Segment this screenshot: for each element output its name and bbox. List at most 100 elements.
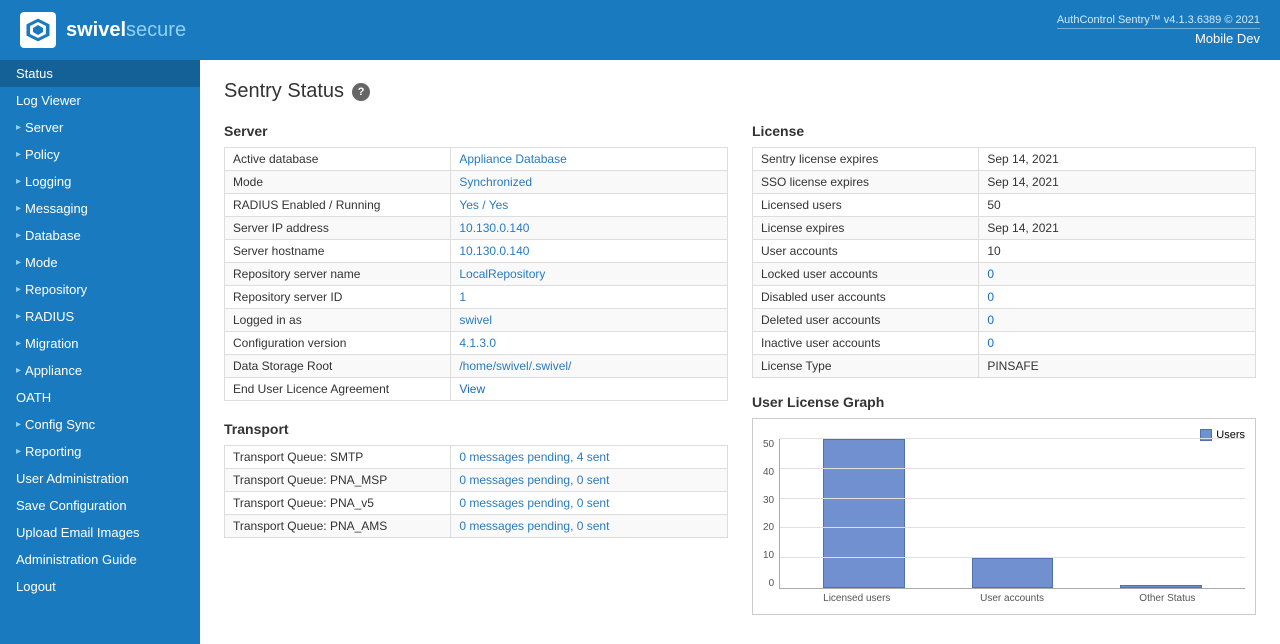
sidebar-item-radius[interactable]: ▸RADIUS [0,303,200,330]
row-value: swivel [451,309,728,332]
chart-x-label: Other Status [1090,589,1245,604]
chart-bar [1120,585,1202,588]
table-row: Inactive user accounts0 [753,332,1256,355]
sidebar-item-repository[interactable]: ▸ Repository [0,276,200,303]
chevron-right-icon: ▸ [16,203,21,214]
chart-bar [972,558,1054,588]
table-row: License expiresSep 14, 2021 [753,217,1256,240]
logo-icon [20,12,56,48]
row-label: Sentry license expires [753,148,979,171]
page-title: Sentry Status ? [224,80,1256,103]
table-row: Transport Queue: PNA_AMS0 messages pendi… [225,515,728,538]
sidebar-item-reporting[interactable]: ▸Reporting [0,438,200,465]
sidebar-item-upload-email-images[interactable]: Upload Email Images [0,519,200,546]
row-value: 0 messages pending, 0 sent [451,492,728,515]
sidebar-item-label: Status [16,66,53,81]
sidebar-item-label: Administration Guide [16,552,137,567]
left-column: Server Active databaseAppliance Database… [224,123,728,615]
row-label: License expires [753,217,979,240]
table-row: Server IP address10.130.0.140 [225,217,728,240]
environment-label: Mobile Dev [1057,31,1260,46]
row-value: Sep 14, 2021 [979,171,1256,194]
row-label: Server IP address [225,217,451,240]
chart-area [779,439,1245,589]
table-row: User accounts10 [753,240,1256,263]
sidebar-item-oath[interactable]: OATH [0,384,200,411]
table-row: RADIUS Enabled / RunningYes / Yes [225,194,728,217]
sidebar-item-logging[interactable]: ▸Logging [0,168,200,195]
sidebar-item-label: Messaging [25,201,88,216]
row-value[interactable]: 0 [979,263,1256,286]
chart-group [938,439,1086,588]
sidebar-item-logout[interactable]: Logout [0,573,200,600]
row-value: 10 [979,240,1256,263]
row-label: User accounts [753,240,979,263]
row-value[interactable]: View [451,378,728,401]
row-label: Mode [225,171,451,194]
y-axis-label: 50 [763,439,774,450]
table-row: SSO license expiresSep 14, 2021 [753,171,1256,194]
y-axis-label: 20 [763,522,774,533]
table-row: License TypePINSAFE [753,355,1256,378]
sidebar-item-save-configuration[interactable]: Save Configuration [0,492,200,519]
row-label: Transport Queue: PNA_AMS [225,515,451,538]
table-row: Server hostname10.130.0.140 [225,240,728,263]
table-row: Transport Queue: PNA_MSP0 messages pendi… [225,469,728,492]
table-row: Repository server nameLocalRepository [225,263,728,286]
right-column: License Sentry license expiresSep 14, 20… [752,123,1256,615]
table-row: Disabled user accounts0 [753,286,1256,309]
graph-section: User License Graph Users 50403020100 Lic… [752,394,1256,615]
sidebar-item-policy[interactable]: ▸Policy [0,141,200,168]
sidebar-item-label: Appliance [25,363,82,378]
sidebar-item-migration[interactable]: ▸Migration [0,330,200,357]
chevron-right-icon: ▸ [16,284,21,295]
row-value[interactable]: 0 [979,286,1256,309]
row-value: /home/swivel/.swivel/ [451,355,728,378]
sidebar-item-messaging[interactable]: ▸ Messaging [0,195,200,222]
status-columns: Server Active databaseAppliance Database… [224,123,1256,615]
sidebar-item-mode[interactable]: ▸Mode [0,249,200,276]
sidebar-item-appliance[interactable]: ▸Appliance [0,357,200,384]
chevron-right-icon: ▸ [16,257,21,268]
sidebar-item-label: Repository [25,282,87,297]
transport-section: Transport Transport Queue: SMTP0 message… [224,421,728,538]
row-value[interactable]: 0 [979,309,1256,332]
row-label: Logged in as [225,309,451,332]
sidebar-item-administration-guide[interactable]: Administration Guide [0,546,200,573]
version-label: AuthControl Sentry™ v4.1.3.6389 © 2021 [1057,14,1260,26]
transport-table: Transport Queue: SMTP0 messages pending,… [224,445,728,538]
table-row: Transport Queue: PNA_v50 messages pendin… [225,492,728,515]
row-value: Yes / Yes [451,194,728,217]
table-row: Logged in asswivel [225,309,728,332]
sidebar-item-server[interactable]: ▸ Server [0,114,200,141]
chevron-right-icon: ▸ [16,419,21,430]
chart-group [1087,439,1235,588]
chevron-right-icon: ▸ [16,122,21,133]
table-row: Configuration version4.1.3.0 [225,332,728,355]
sidebar-item-status[interactable]: Status [0,60,200,87]
chevron-right-icon: ▸ [16,176,21,187]
sidebar-item-database[interactable]: ▸Database [0,222,200,249]
sidebar: StatusLog Viewer▸Server▸Policy▸Logging▸M… [0,60,200,644]
y-axis-label: 40 [763,467,774,478]
chart-x-labels: Licensed usersUser accountsOther Status [779,589,1245,604]
y-axis-label: 0 [763,578,774,589]
help-icon[interactable]: ? [352,83,370,101]
row-value: Sep 14, 2021 [979,148,1256,171]
sidebar-item-user-administration[interactable]: User Administration [0,465,200,492]
row-label: Repository server name [225,263,451,286]
chevron-right-icon: ▸ [16,338,21,349]
row-value[interactable]: 0 [979,332,1256,355]
sidebar-item-label: Policy [25,147,60,162]
sidebar-item-label: Log Viewer [16,93,81,108]
row-label: Disabled user accounts [753,286,979,309]
sidebar-item-log-viewer[interactable]: Log Viewer [0,87,200,114]
sidebar-item-config-sync[interactable]: ▸Config Sync [0,411,200,438]
sidebar-item-label: Server [25,120,63,135]
table-row: Locked user accounts0 [753,263,1256,286]
row-label: End User Licence Agreement [225,378,451,401]
table-row: Data Storage Root/home/swivel/.swivel/ [225,355,728,378]
table-row: Licensed users50 [753,194,1256,217]
row-value: 1 [451,286,728,309]
sidebar-item-label: Database [25,228,81,243]
